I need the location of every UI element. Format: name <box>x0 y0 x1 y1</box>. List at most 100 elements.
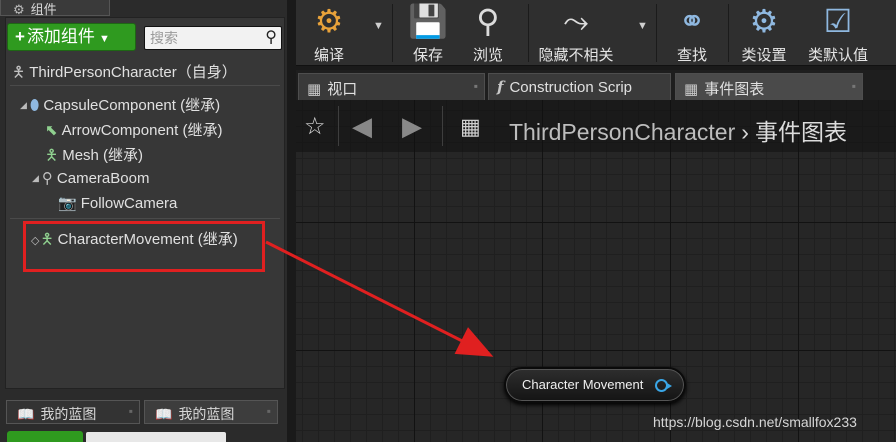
tree-item-label: CapsuleComponent (继承) <box>43 97 221 114</box>
class-settings-icon: ⚙ <box>749 3 779 39</box>
tree-item-arrow[interactable]: ⬉ ArrowComponent (继承) <box>45 119 222 140</box>
pin-arrow-icon <box>667 383 672 389</box>
components-tab[interactable]: ⚙ 组件 <box>0 0 110 17</box>
divider <box>442 106 443 146</box>
divider <box>656 4 657 62</box>
expand-triangle-icon: ◢ <box>20 100 27 110</box>
hide-unrelated-button[interactable]: ⤳ 隐藏不相关 <box>536 0 616 66</box>
function-icon: f <box>497 78 504 96</box>
tree-item-label: Mesh (继承) <box>62 147 144 164</box>
tree-item-label: ArrowComponent (继承) <box>61 122 223 139</box>
tab-label: 视口 <box>327 81 358 98</box>
add-component-button[interactable]: + 添加组件 ▼ <box>7 23 136 51</box>
camera-icon: 📷 <box>58 195 77 212</box>
watermark: https://blog.csdn.net/smallfox233 <box>653 414 857 430</box>
my-blueprint-tabs: 📖 我的蓝图 ▪ 📖 我的蓝图 ▪ <box>0 395 287 442</box>
spring-arm-icon: ⚲ <box>41 170 53 187</box>
tab-my-blueprint[interactable]: 📖 我的蓝图 ▪ <box>6 400 140 424</box>
forward-arrow-icon[interactable]: ▶ <box>402 111 422 142</box>
tab-label: Construction Scrip <box>509 79 633 96</box>
divider <box>528 4 529 62</box>
tab-construction-script[interactable]: f Construction Scrip <box>488 73 671 100</box>
tab-my-blueprint-2[interactable]: 📖 我的蓝图 ▪ <box>144 400 278 424</box>
close-icon[interactable]: ▪ <box>852 79 856 93</box>
find-button[interactable]: ⚭ 查找 <box>666 0 718 66</box>
capsule-icon: ⬮ <box>29 97 40 114</box>
close-icon[interactable]: ▪ <box>267 404 271 418</box>
mesh-icon: 🯅 <box>45 147 59 164</box>
tree-item-cameraboom[interactable]: ◢ ⚲ CameraBoom <box>32 169 149 187</box>
components-tab-label: 组件 <box>30 2 57 17</box>
back-arrow-icon[interactable]: ◀ <box>352 111 372 142</box>
class-defaults-button[interactable]: ☑ 类默认值 <box>806 0 870 66</box>
chevron-right-icon: › <box>741 119 749 145</box>
add-new-button[interactable] <box>7 431 83 442</box>
save-button[interactable]: 💾 保存 <box>402 0 454 66</box>
close-icon[interactable]: ▪ <box>474 79 478 93</box>
breadcrumb: ThirdPersonCharacter › 事件图表 <box>509 113 847 147</box>
left-panel: ⚙ 组件 + 添加组件 ▼ 搜索 ⚲ 🯅 ThirdPersonCharacter（自身… <box>0 0 287 442</box>
save-label: 保存 <box>412 47 443 64</box>
book-icon: 📖 <box>155 406 173 422</box>
divider <box>10 218 280 219</box>
chevron-down-icon: ▼ <box>98 33 110 45</box>
tab-viewport[interactable]: ▦ 视口 ▪ <box>298 73 485 100</box>
highlight-box <box>23 221 265 272</box>
component-search-input[interactable]: 搜索 ⚲ <box>144 26 282 50</box>
tree-item-capsule[interactable]: ◢ ⬮ CapsuleComponent (继承) <box>20 94 220 115</box>
divider <box>728 4 729 62</box>
components-icon: ⚙ <box>13 2 25 17</box>
divider <box>338 106 339 146</box>
class-defaults-label: 类默认值 <box>807 47 868 64</box>
tab-event-graph[interactable]: ▦ 事件图表 ▪ <box>675 73 863 100</box>
class-settings-label: 类设置 <box>741 47 787 64</box>
save-icon: 💾 <box>408 3 448 39</box>
tree-root-label: ThirdPersonCharacter（自身） <box>29 64 237 81</box>
event-graph-icon: ▦ <box>684 81 699 98</box>
breadcrumb-current: 事件图表 <box>754 119 847 145</box>
star-icon[interactable]: ☆ <box>304 112 326 141</box>
book-icon: 📖 <box>17 406 35 422</box>
arrow-component-icon: ⬉ <box>45 122 58 139</box>
blueprint-search-input[interactable] <box>86 432 226 442</box>
character-movement-node[interactable]: Character Movement <box>504 367 686 403</box>
compile-icon: ⚙ <box>314 3 344 39</box>
class-defaults-icon: ☑ <box>823 3 853 39</box>
find-label: 查找 <box>676 47 707 64</box>
divider <box>10 85 280 86</box>
search-placeholder: 搜索 <box>150 30 178 46</box>
binoculars-icon: ⚭ <box>678 3 706 39</box>
tab-label: 我的蓝图 <box>40 406 97 422</box>
tab-label: 我的蓝图 <box>178 406 235 422</box>
magnifier-icon: ⚲ <box>476 3 500 39</box>
actor-icon: 🯅 <box>12 64 26 81</box>
document-tabs: ▦ 视口 ▪ f Construction Scrip ▦ 事件图表 ▪ <box>296 70 896 100</box>
chevron-down-icon[interactable]: ▼ <box>637 20 648 32</box>
expand-triangle-icon: ◢ <box>32 173 39 183</box>
compile-button[interactable]: ⚙ 编译 <box>302 0 356 66</box>
breadcrumb-root[interactable]: ThirdPersonCharacter <box>509 119 735 145</box>
hide-unrelated-icon: ⤳ <box>563 3 589 39</box>
plus-icon: + <box>15 27 25 46</box>
chevron-down-icon[interactable]: ▼ <box>373 20 384 32</box>
tree-item-label: CameraBoom <box>56 170 150 187</box>
tree-item-mesh[interactable]: 🯅 Mesh (继承) <box>45 144 143 170</box>
close-icon[interactable]: ▪ <box>129 404 133 418</box>
class-settings-button[interactable]: ⚙ 类设置 <box>736 0 792 66</box>
hide-unrelated-label: 隐藏不相关 <box>538 47 614 64</box>
browse-button[interactable]: ⚲ 浏览 <box>462 0 514 66</box>
tree-item-label: FollowCamera <box>80 195 178 212</box>
viewport-icon: ▦ <box>307 81 322 98</box>
graph-nav-bar: ☆ ◀ ▶ ▦ ThirdPersonCharacter › 事件图表 <box>296 100 896 152</box>
tree-item-followcamera[interactable]: 📷 FollowCamera <box>58 194 177 212</box>
add-component-label: 添加组件 <box>26 27 95 46</box>
browse-label: 浏览 <box>472 47 503 64</box>
tree-root-self[interactable]: 🯅 ThirdPersonCharacter（自身） <box>12 61 237 87</box>
node-label: Character Movement <box>522 377 644 392</box>
compile-label: 编译 <box>313 47 344 64</box>
search-icon: ⚲ <box>265 29 277 46</box>
toolbar: ⚙ 编译 ▼ 💾 保存 ⚲ 浏览 ⤳ 隐藏不相关 ▼ ⚭ 查找 ⚙ 类设置 ☑ … <box>296 0 896 66</box>
event-graph-icon: ▦ <box>460 114 481 139</box>
divider <box>392 4 393 62</box>
tab-label: 事件图表 <box>704 81 765 98</box>
